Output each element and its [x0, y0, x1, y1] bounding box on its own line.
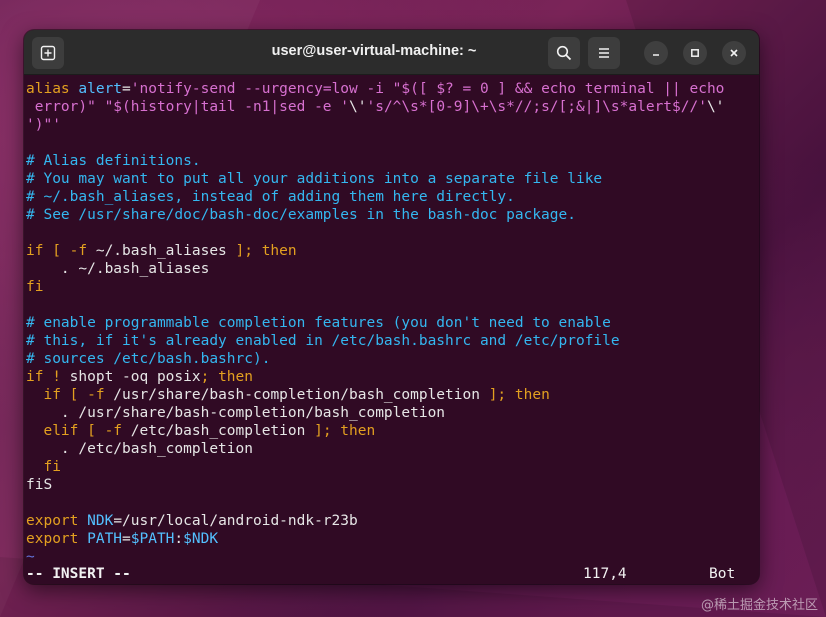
- menu-button[interactable]: [588, 37, 620, 69]
- code-token: . /etc/bash_completion: [26, 441, 253, 457]
- code-token: ]; then: [488, 387, 550, 403]
- search-icon: [556, 45, 572, 61]
- code-token: ~/.bash_aliases: [87, 243, 236, 259]
- new-tab-button[interactable]: [32, 37, 64, 69]
- code-token: \': [706, 99, 725, 115]
- window-title: user@user-virtual-machine: ~: [271, 43, 477, 59]
- editor-line: error)" "$(history|tail -n1|sed -e '\''s…: [26, 98, 759, 116]
- code-token: alert: [78, 81, 123, 97]
- close-icon: [730, 49, 738, 57]
- code-token: if !: [26, 369, 61, 385]
- editor-line: ~: [26, 548, 759, 566]
- code-token: ]; then: [235, 243, 297, 259]
- editor-line: if [ -f ~/.bash_aliases ]; then: [26, 242, 759, 260]
- search-button[interactable]: [548, 37, 580, 69]
- editor-line: . /etc/bash_completion: [26, 440, 759, 458]
- code-token: NDK: [87, 513, 114, 529]
- code-token: alias: [26, 81, 79, 97]
- code-token: PATH: [87, 531, 123, 547]
- editor-line: . ~/.bash_aliases: [26, 260, 759, 278]
- code-token: shopt -oq posix: [60, 369, 201, 385]
- terminal-text-area[interactable]: alias alert='notify-send --urgency=low -…: [24, 75, 759, 584]
- title-bar: user@user-virtual-machine: ~: [24, 30, 759, 75]
- editor-line: # enable programmable completion feature…: [26, 314, 759, 332]
- editor-line: elif [ -f /etc/bash_completion ]; then: [26, 422, 759, 440]
- code-token: if [ -f: [26, 387, 105, 403]
- editor-line: # ~/.bash_aliases, instead of adding the…: [26, 188, 759, 206]
- code-token: export: [26, 531, 88, 547]
- code-token: 'notify-send --urgency=low -i "$([ $? = …: [130, 81, 725, 97]
- code-token: ')"': [26, 117, 61, 133]
- editor-line: # sources /etc/bash.bashrc).: [26, 350, 759, 368]
- editor-line: # this, if it's already enabled in /etc/…: [26, 332, 759, 350]
- code-token: =/usr/local/android-ndk-r23b: [113, 513, 358, 529]
- code-token: error)" "$(history|tail -n1|sed -e ': [26, 99, 350, 115]
- code-token: # this, if it's already enabled in /etc/…: [26, 333, 620, 349]
- editor-line: export PATH=$PATH:$NDK: [26, 530, 759, 548]
- code-token: # You may want to put all your additions…: [26, 171, 603, 187]
- code-token: elif [ -f: [26, 423, 123, 439]
- code-token: /etc/bash_completion: [122, 423, 315, 439]
- code-token: export: [26, 513, 88, 529]
- code-token: $PATH: [130, 531, 175, 547]
- minimize-icon: [653, 54, 659, 56]
- code-token: fi: [26, 279, 44, 295]
- terminal-window: user@user-virtual-machine: ~ alias alert…: [24, 30, 759, 584]
- maximize-icon: [691, 49, 699, 57]
- code-token: 's/^\s*[0-9]\+\s*//;s/[;&|]\s*alert$//': [366, 99, 707, 115]
- code-token: if [ -f: [26, 243, 88, 259]
- code-token: $NDK: [183, 531, 219, 547]
- code-token: =: [122, 531, 131, 547]
- editor-line: # Alias definitions.: [26, 152, 759, 170]
- code-token: # Alias definitions.: [26, 153, 201, 169]
- editor-line: export NDK=/usr/local/android-ndk-r23b: [26, 512, 759, 530]
- code-token: # sources /etc/bash.bashrc).: [26, 351, 271, 367]
- code-token: # ~/.bash_aliases, instead of adding the…: [26, 189, 515, 205]
- close-button[interactable]: [722, 41, 746, 65]
- maximize-button[interactable]: [683, 41, 707, 65]
- editor-line: fi: [26, 458, 759, 476]
- minimize-button[interactable]: [644, 41, 668, 65]
- watermark-text: @稀土掘金技术社区: [700, 598, 818, 613]
- code-token: \': [349, 99, 367, 115]
- editor-line: fiS: [26, 476, 759, 494]
- code-token: /usr/share/bash-completion/bash_completi…: [104, 387, 489, 403]
- editor-line: fi: [26, 278, 759, 296]
- code-token: . ~/.bash_aliases: [26, 261, 210, 277]
- hamburger-menu-icon: [599, 48, 609, 58]
- editor-line: alias alert='notify-send --urgency=low -…: [26, 80, 759, 98]
- editor-line: # See /usr/share/doc/bash-doc/examples i…: [26, 206, 759, 224]
- editor-line: if ! shopt -oq posix; then: [26, 368, 759, 386]
- editor-line: if [ -f /usr/share/bash-completion/bash_…: [26, 386, 759, 404]
- code-token: :: [174, 531, 184, 547]
- code-token: . /usr/share/bash-completion/bash_comple…: [26, 405, 446, 421]
- code-token: # See /usr/share/doc/bash-doc/examples i…: [26, 207, 576, 223]
- code-token: ; then: [200, 369, 253, 385]
- code-token: ]; then: [314, 423, 376, 439]
- scroll-position: Bot: [709, 566, 736, 582]
- code-token: fiS: [26, 477, 53, 493]
- vim-mode-indicator: -- INSERT --: [26, 566, 131, 582]
- code-token: fi: [26, 459, 61, 475]
- empty-line-marker: ~: [26, 549, 35, 565]
- cursor-position: 117,4: [583, 566, 627, 582]
- editor-line: # You may want to put all your additions…: [26, 170, 759, 188]
- new-tab-icon: [40, 45, 56, 61]
- vim-status-line: -- INSERT -- 117,4 Bot: [26, 565, 759, 583]
- editor-line: . /usr/share/bash-completion/bash_comple…: [26, 404, 759, 422]
- editor-line: ')"': [26, 116, 759, 134]
- code-token: # enable programmable completion feature…: [26, 315, 611, 331]
- code-token: =: [122, 81, 131, 97]
